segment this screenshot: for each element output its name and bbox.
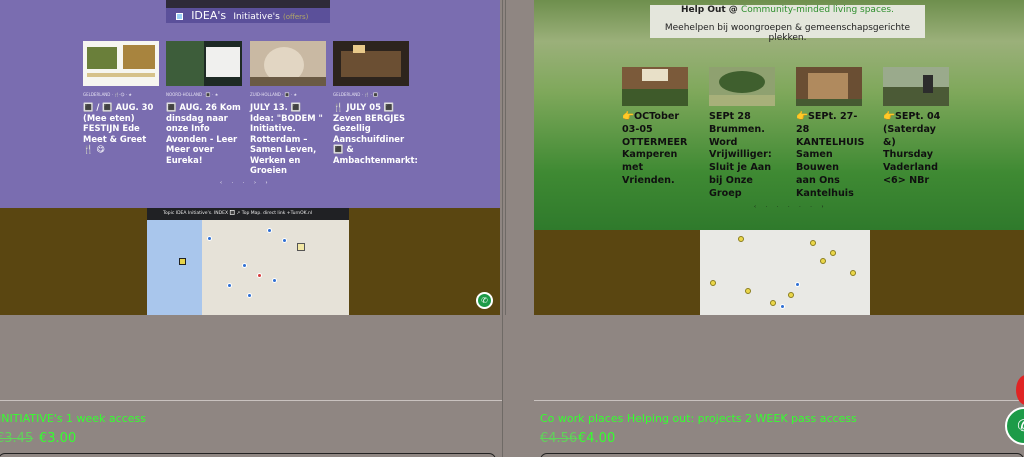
netherlands-map[interactable]: Topic IDEA Initiative's. INDEX 🔳 ↗ Top M… [147,208,349,315]
map-pin[interactable] [795,282,800,287]
section-rule [0,400,502,401]
map-land [202,220,349,315]
map-pin[interactable] [272,278,277,283]
grid-icon [176,12,183,20]
event-title[interactable]: JULY 13. 🔳 Idea: "BODEM " Initiative. Ro… [250,102,326,176]
event-title[interactable]: 🔳 / 🔳 AUG. 30 (Mee eten) FESTIJN Ede Mee… [83,102,159,155]
map-pin[interactable] [242,263,247,268]
project-title[interactable]: SEPt 28 Brummen. Word Vrijwilliger: Slui… [709,111,775,201]
map-pin[interactable] [788,292,794,298]
project-thumbnail[interactable] [709,67,775,106]
price-original: €3.45 [0,431,34,446]
map-pin[interactable] [247,293,252,298]
product-title[interactable]: INITIATIVE's 1 week access [0,412,146,425]
map-marker-square[interactable] [179,258,186,265]
project-card[interactable]: 👉SEPt. 04 (Saterday &) Thursday Vaderlan… [883,67,949,188]
event-meta: ZUID-HOLLAND · 🔳 · ★ [250,92,298,97]
map-pin[interactable] [227,283,232,288]
project-thumbnail[interactable] [796,67,862,106]
project-thumbnail[interactable] [622,67,688,106]
map-pin[interactable] [207,236,212,241]
section-rule [534,400,1024,401]
event-card[interactable]: ZUID-HOLLAND · 🔳 · ★ JULY 13. 🔳 Idea: "B… [250,41,326,176]
project-title[interactable]: 👉SEPt. 27-28 KANTELHUIS Samen Bouwen aan… [796,111,864,201]
event-thumbnail[interactable] [166,41,242,86]
map-land [700,230,870,315]
map-sea [147,220,202,315]
event-title[interactable]: 🍴 JULY 05 🔳 Zeven BERGJES Gezellig Aansc… [333,102,418,165]
initiatives-header[interactable]: IDEA's Initiative's (offers) [166,8,330,23]
event-meta: GELDERLAND · 🍴·😋 · ★ [83,92,133,97]
price-original: €4.56 [540,431,578,446]
map-pin[interactable] [745,288,751,294]
help-out-link[interactable]: Community-minded living spaces. [741,5,894,15]
help-out-box: Help Out @ Community-minded living space… [650,5,925,43]
header-sub: Initiative's [233,12,280,22]
project-title[interactable]: 👉SEPt. 04 (Saterday &) Thursday Vaderlan… [883,111,949,188]
event-card[interactable]: GELDERLAND · 🍴 · 🔳 🍴 JULY 05 🔳 Zeven BER… [333,41,418,165]
top-strip [166,0,330,8]
carousel-pagination[interactable]: ‹ · · › › [220,180,272,186]
map-title-bar[interactable]: Topic IDEA Initiative's. INDEX 🔳 ↗ Top M… [147,208,349,220]
event-thumbnail[interactable] [83,41,159,86]
map-pin[interactable] [810,240,816,246]
map-pin[interactable] [282,238,287,243]
help-out-subtitle: Meehelpen bij woongroepen & gemeenschaps… [664,23,911,43]
event-meta: NOORD-HOLLAND · 🔳 · ★ [166,92,219,97]
price-sale: €4.00 [578,431,616,446]
map-pin[interactable] [257,273,262,278]
project-title[interactable]: 👉OCTober 03-05 OTTERMEER Kamperen met Vr… [622,111,688,188]
event-meta: GELDERLAND · 🍴 · 🔳 [333,92,378,97]
project-card[interactable]: 👉OCTober 03-05 OTTERMEER Kamperen met Vr… [622,67,688,188]
event-title[interactable]: 🔳 AUG. 26 Kom dinsdag naar onze Info Avo… [166,102,242,165]
event-card[interactable]: GELDERLAND · 🍴·😋 · ★ 🔳 / 🔳 AUG. 30 (Mee … [83,41,159,155]
project-card[interactable]: SEPt 28 Brummen. Word Vrijwilliger: Slui… [709,67,775,201]
add-to-cart-button[interactable] [540,453,1024,457]
project-card[interactable]: 👉SEPt. 27-28 KANTELHUIS Samen Bouwen aan… [796,67,864,201]
carousel-pagination[interactable]: ‹ · · · · · › [754,204,827,210]
product-title[interactable]: Co work places Helping out: projects 2 W… [540,412,857,425]
map-marker-square[interactable] [297,243,305,251]
projects-map[interactable] [700,230,870,315]
column-divider [502,315,503,457]
project-thumbnail[interactable] [883,67,949,106]
map-pin[interactable] [820,258,826,264]
help-out-label: Help Out @ [681,5,738,15]
event-thumbnail[interactable] [333,41,409,86]
map-pin[interactable] [780,304,785,309]
header-tag: (offers) [282,13,309,21]
map-pin[interactable] [267,228,272,233]
map-pin[interactable] [850,270,856,276]
header-title: IDEA's [191,9,227,22]
add-to-cart-button[interactable] [0,453,496,457]
map-pin[interactable] [738,236,744,242]
event-card[interactable]: NOORD-HOLLAND · 🔳 · ★ 🔳 AUG. 26 Kom dins… [166,41,242,165]
price-sale: €3.00 [39,431,77,446]
map-pin[interactable] [710,280,716,286]
map-pin[interactable] [770,300,776,306]
whatsapp-icon[interactable]: ✆ [476,292,493,309]
products-area [0,315,1024,457]
map-pin[interactable] [830,250,836,256]
event-thumbnail[interactable] [250,41,326,86]
page: IDEA's Initiative's (offers) GELDERLAND … [0,0,1024,457]
